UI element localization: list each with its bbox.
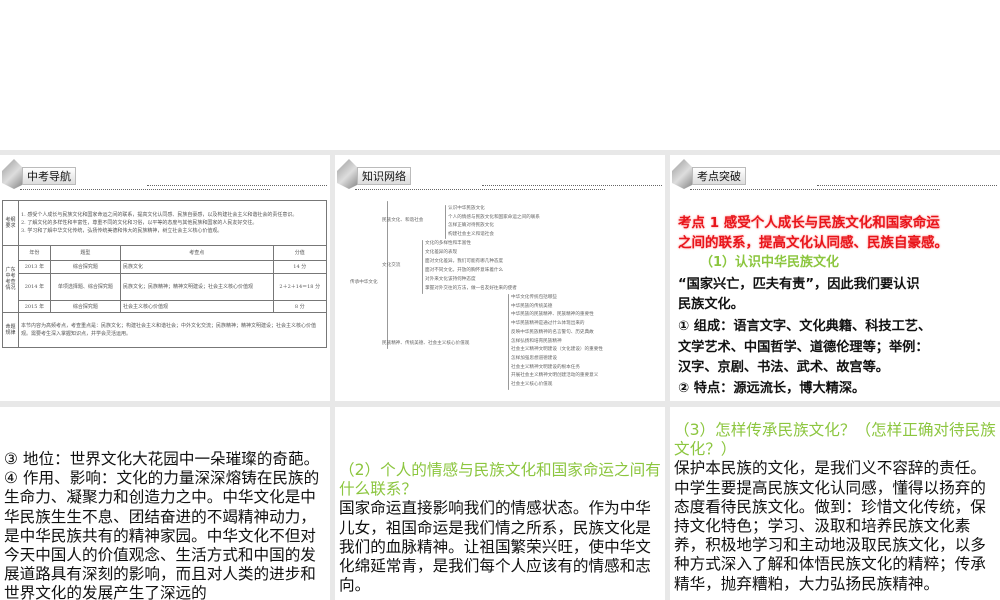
col-header: 年份 (18, 245, 51, 261)
slide-header: 知识网络 (337, 159, 662, 191)
mindmap-leaf: 社会主义核心价值观 (511, 382, 553, 387)
mindmap-leaf: 开展社会主义精神文明创建活动的重要意义 (511, 373, 599, 379)
mindmap-branch: 文化交流 (382, 263, 401, 268)
mindmap-leaf: 文化差异的表现 (425, 250, 458, 255)
slide-thumbnail-key-points[interactable]: 考点突破 考点 1 感受个人成长与民族文化和国家命运 之间的联系，提高文化认同感… (670, 155, 1000, 401)
row-label: 考纲要求 (2, 200, 19, 246)
body-line: ① 组成：语言文字、文化典籍、科技工艺、 (678, 319, 932, 334)
body-line: ② 特点：源远流长，博大精深。 (678, 381, 866, 396)
body-line: 民族文化。 (678, 297, 744, 312)
body-text: 国家命运直接影响我们的情感状态。作为中华儿女，祖国命运是我们情之所系，民族文化是… (339, 499, 651, 595)
mindmap-leaf: 怎样正确对待民族文化 (448, 223, 494, 229)
body-line: “国家兴亡，匹夫有责”，因此我们要认识 (678, 277, 920, 292)
body-text: ③ 地位：世界文化大花园中一朵璀璨的奇葩。④ 作用、影响：文化的力量深深熔铸在民… (4, 450, 320, 600)
rule-text: 本节内容为高频考点，考查重点是：民族文化；构建社会主义和谐社会；中外文化交流；民… (18, 312, 327, 348)
mindmap-leaf: 认识中华民族文化 (448, 206, 485, 211)
col-header: 分值 (272, 245, 327, 261)
mindmap-leaf: 个人的情感与民族文化和国家命运之间的联系 (448, 214, 540, 220)
row-label: 命题规律 (2, 312, 19, 348)
slide-header: 中考导航 (2, 159, 327, 191)
mindmap-leaf: 掌握对外交往的方法，做一名友好往来的使者 (425, 286, 517, 291)
slide-thumbnail-culture-status[interactable]: ③ 地位：世界文化大花园中一朵璀璨的奇葩。④ 作用、影响：文化的力量深深熔铸在民… (0, 407, 330, 600)
mindmap-branch: 民族文化、和谐社会 (382, 218, 424, 223)
mindmap-brace (445, 205, 446, 240)
table-row: 2015 年综合探究题 社会主义核心价值观 8 分 (3, 300, 327, 313)
table-row: 2014 年单项选择题、综合探究题 民族文化；民族精神；精神文明建设；社会主义核心… (3, 273, 327, 301)
body-text: 保护本民族的文化，是我们义不容辞的责任。中学生要提高民族文化认同感，懂得以扬弃的… (674, 459, 986, 593)
mindmap-leaf: 构建社会主义和谐社会 (448, 231, 494, 237)
mindmap-branch: 民族精神、传统美德、社会主义核心价值观 (382, 341, 470, 346)
col-header: 考查点 (120, 245, 274, 261)
mindmap-leaf: 中华民族的民族精神、民族精神的重要性 (511, 312, 594, 318)
mindmap-leaf: 对外来文化该持何种态度 (425, 277, 476, 282)
topic-heading: 之间的联系，提高文化认同感、民族自豪感。 (678, 235, 948, 251)
mindmap-leaf: 怎样加强思想道德建设 (511, 355, 557, 361)
slide-title: 知识网络 (357, 167, 411, 185)
slide-thumbnail-exam-guide[interactable]: 中考导航 考纲要求 1. 感受个人成长与民族文化和国家命运之间的联系，提高文化认同… (0, 155, 330, 401)
question-heading: （2）个人的情感与民族文化和国家命运之间有什么联系？ (339, 461, 661, 499)
slide-thumbnail-knowledge-map[interactable]: 知识网络 传承中华文化 民族文化、和谐社会 认识中华民族文化个人的情感与民族文化和… (335, 155, 665, 401)
mindmap-leaf: 中华民族精神是通过什么体现出来的 (511, 321, 585, 327)
mindmap-leaf: 面对文化差异，我们可能有哪几种态度 (425, 259, 504, 264)
mindmap-leaf: 社会主义精神文明建设的根本任务 (511, 364, 580, 370)
mindmap-root: 传承中华文化 (350, 280, 378, 285)
slide-thumbnail-emotion-link[interactable]: （2）个人的情感与民族文化和国家命运之间有什么联系？ 国家命运直接影响我们的情感状… (335, 407, 665, 600)
row-label: 广东中考考查情况 (2, 245, 19, 313)
mindmap-leaf: 社会主义精神文明建设（文化建设）的重要性 (511, 347, 603, 353)
mindmap-leaf: 反映中华民族精神的名言警句、历史典故 (511, 329, 594, 335)
body-line: 文学艺术、中国哲学、道德伦理等；举例： (678, 340, 929, 355)
slide-thumbnail-inherit-culture[interactable]: （3）怎样传承民族文化？（怎样正确对待民族文化？） 保护本民族的文化，是我们义不容… (670, 407, 1000, 600)
question-heading: （3）怎样传承民族文化？（怎样正确对待民族文化？） (674, 421, 996, 459)
exam-table: 考纲要求 1. 感受个人成长与民族文化和国家命运之间的联系，提高文化认同感、民族自… (2, 200, 327, 348)
slide-header: 考点突破 (672, 159, 997, 191)
slide-title: 中考导航 (22, 167, 76, 185)
mindmap-brace (422, 240, 423, 294)
mindmap-leaf: 中华民族的传统美德 (511, 303, 553, 309)
body-line: 汉字、京剧、书法、武术、故宫等。 (678, 360, 889, 375)
table-row: 2013 年综合探究题 民族文化 14 分 (3, 260, 327, 274)
col-header: 题型 (49, 245, 122, 261)
requirement: 3. 学习和了解中华文化传统，弘扬传统美德和伟大的民族精神，树立社会主义核心价值… (21, 228, 223, 234)
mindmap-leaf: 怎样弘扬和培育民族精神 (511, 338, 562, 344)
subheading: （1）认识中华民族文化 (700, 255, 840, 270)
mindmap-leaf: 面对不同文化，开放的胸怀意味着什么 (425, 268, 504, 273)
mindmap-brace (508, 294, 509, 390)
requirement: 1. 感受个人成长与民族文化和国家命运之间的联系，提高文化认同感、民族自豪感，以… (21, 212, 298, 218)
mindmap-leaf: 文化的多样性和丰富性 (425, 241, 471, 246)
requirement: 2. 了解文化的多样性和丰富性，尊重不同的文化和习俗，以平等的态度与其他民族和国… (21, 220, 258, 226)
mindmap-leaf: 中华文化传统包括哪些 (511, 295, 557, 300)
topic-heading: 考点 1 感受个人成长与民族文化和国家命运 (678, 215, 940, 231)
slide-title: 考点突破 (692, 167, 746, 185)
